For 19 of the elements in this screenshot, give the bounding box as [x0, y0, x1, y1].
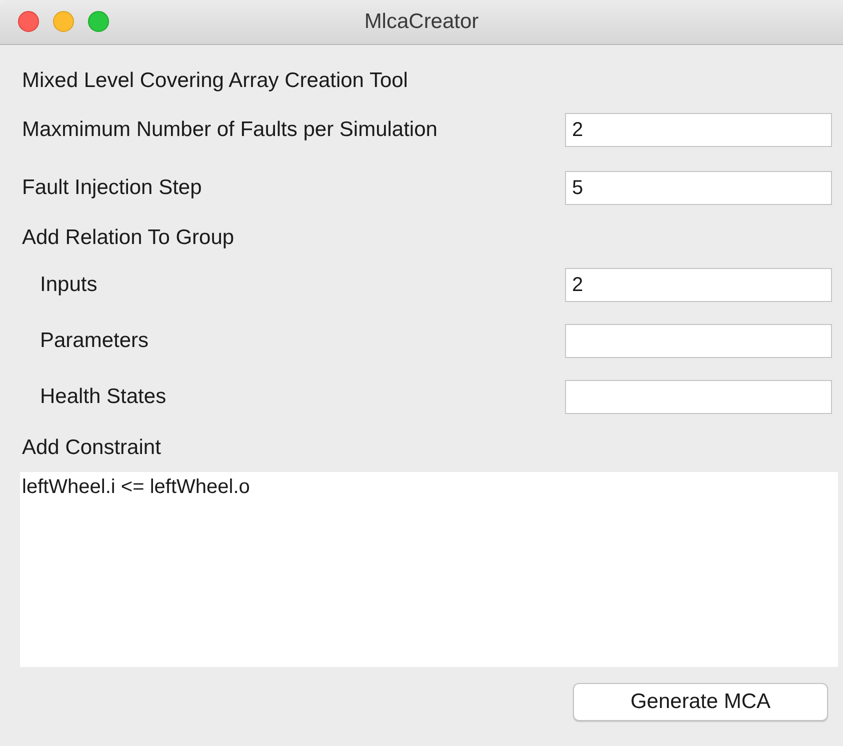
- constraint-text-area[interactable]: leftWheel.i <= leftWheel.o: [20, 472, 838, 667]
- field-label: Maxmimum Number of Faults per Simulation: [22, 118, 438, 142]
- constraint-label: Add Constraint: [22, 436, 161, 460]
- input-field[interactable]: 5: [565, 171, 832, 205]
- field-label: Parameters: [40, 329, 149, 353]
- input-field[interactable]: [565, 380, 832, 414]
- minimize-icon[interactable]: [53, 11, 74, 32]
- close-icon[interactable]: [18, 11, 39, 32]
- input-field[interactable]: 2: [565, 113, 832, 147]
- heading: Mixed Level Covering Array Creation Tool: [22, 69, 408, 93]
- field-label: Health States: [40, 385, 166, 409]
- input-field[interactable]: 2: [565, 268, 832, 302]
- window-title: MlcaCreator: [364, 10, 479, 34]
- field-label: Inputs: [40, 273, 98, 297]
- zoom-icon[interactable]: [88, 11, 109, 32]
- input-field[interactable]: [565, 324, 832, 358]
- group-label: Add Relation To Group: [22, 226, 234, 250]
- field-label: Fault Injection Step: [22, 176, 202, 200]
- generate-button[interactable]: Generate MCA: [573, 683, 828, 721]
